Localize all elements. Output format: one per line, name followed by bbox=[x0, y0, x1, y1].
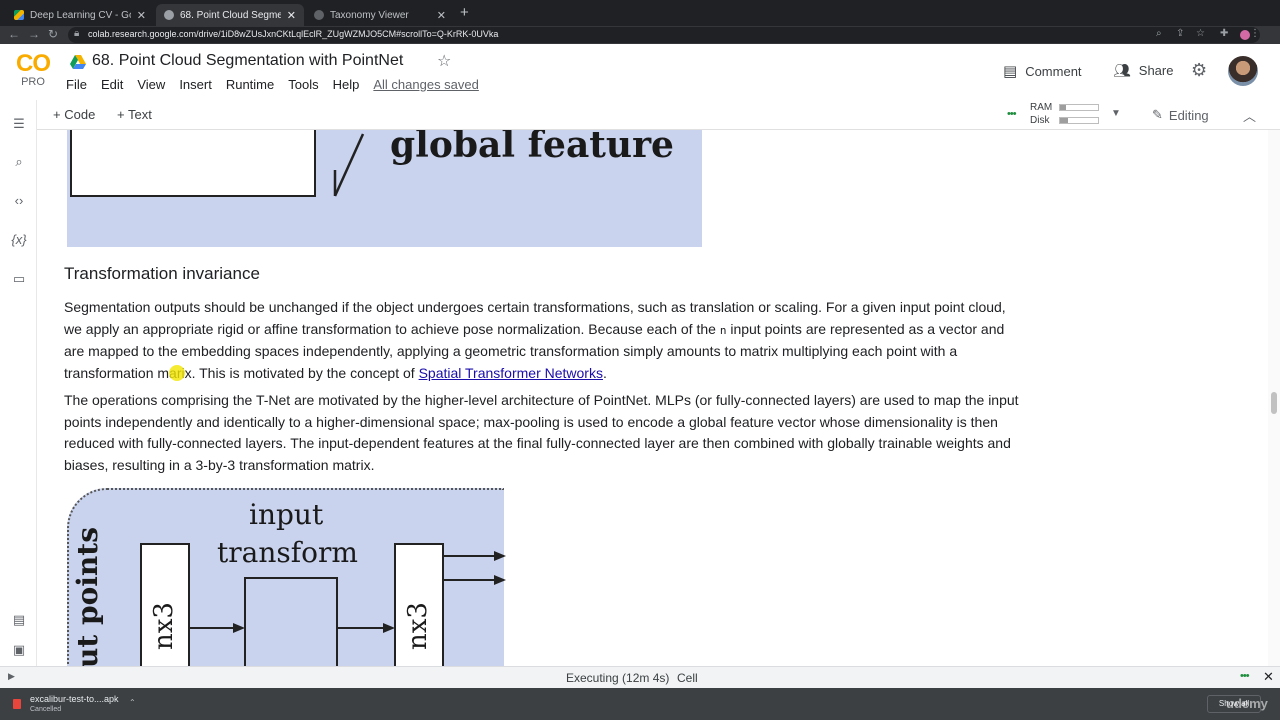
zoom-icon[interactable]: ⌕ bbox=[1156, 28, 1162, 39]
new-tab-button[interactable]: + bbox=[460, 4, 469, 21]
add-text-button[interactable]: + Text bbox=[117, 107, 152, 122]
table-of-contents-icon[interactable]: ☰ bbox=[9, 116, 29, 132]
udemy-watermark: udemy bbox=[1226, 696, 1268, 711]
pencil-icon: ✎ bbox=[1152, 107, 1163, 122]
url-text[interactable]: colab.research.google.com/drive/1iD8wZUs… bbox=[88, 29, 498, 39]
figure-global-feature: global feature bbox=[67, 130, 702, 247]
notebook-toolbar: + Code + Text ••• RAM Disk ▼ ✎ Editing ︿ bbox=[0, 100, 1280, 130]
mouse-cursor-highlight bbox=[168, 365, 185, 382]
google-drive-icon bbox=[14, 10, 24, 20]
variables-icon[interactable]: {x} bbox=[9, 232, 29, 247]
colab-logo[interactable]: CO PRO bbox=[12, 52, 54, 89]
profile-icon[interactable] bbox=[1240, 30, 1250, 40]
people-icon: 👥︎ bbox=[1113, 62, 1131, 78]
connected-check-icon: ••• bbox=[1240, 670, 1250, 682]
tab-taxonomy[interactable]: Taxonomy Viewer ✕ bbox=[306, 4, 454, 26]
menu-dots-icon[interactable]: ⋮ bbox=[1250, 28, 1260, 39]
spatial-transformer-link[interactable]: Spatial Transformer Networks bbox=[419, 365, 603, 381]
download-item[interactable]: excalibur-test-to....apk Cancelled ⌃ bbox=[8, 692, 138, 716]
comment-icon: ▤ bbox=[1003, 63, 1018, 80]
reload-icon[interactable]: ↻ bbox=[48, 27, 58, 41]
menu-tools[interactable]: Tools bbox=[288, 77, 318, 92]
notebook-content: global feature Transformation invariance… bbox=[38, 130, 1268, 666]
status-cell-link[interactable]: Cell bbox=[677, 671, 698, 685]
close-icon[interactable]: ✕ bbox=[287, 9, 296, 22]
menu-edit[interactable]: Edit bbox=[101, 77, 123, 92]
section-heading: Transformation invariance bbox=[64, 264, 260, 283]
tab-point-cloud[interactable]: 68. Point Cloud Segmentation ✕ bbox=[156, 4, 304, 26]
figure-box bbox=[70, 130, 316, 197]
execution-status: Executing (12m 4s) bbox=[566, 671, 670, 685]
share-button[interactable]: 👥︎ Share bbox=[1113, 62, 1173, 79]
file-icon bbox=[13, 699, 21, 709]
chevron-right-icon[interactable]: ▶ bbox=[8, 671, 15, 682]
close-icon[interactable]: ✕ bbox=[1263, 669, 1274, 685]
paragraph-tnet: The operations comprising the T-Net are … bbox=[64, 392, 1019, 474]
globe-icon bbox=[314, 10, 324, 20]
back-icon[interactable]: ← bbox=[8, 27, 20, 41]
left-sidebar: ☰ ⌕ ‹› {x} ▭ ▤ ▣ bbox=[0, 100, 37, 666]
menu-runtime[interactable]: Runtime bbox=[226, 77, 274, 92]
save-status[interactable]: All changes saved bbox=[373, 77, 479, 92]
connected-check-icon: ••• bbox=[1007, 108, 1017, 120]
chevron-up-icon[interactable]: ︿ bbox=[1243, 106, 1256, 125]
menu-help[interactable]: Help bbox=[333, 77, 360, 92]
search-icon[interactable]: ⌕ bbox=[9, 154, 29, 170]
browser-tab-strip: Deep Learning CV - Google Dr ✕ 68. Point… bbox=[0, 0, 1280, 26]
code-snippets-icon[interactable]: ‹› bbox=[9, 193, 29, 208]
colab-icon bbox=[164, 10, 174, 20]
gear-icon[interactable]: ⚙ bbox=[1191, 60, 1207, 81]
vertical-scrollbar[interactable] bbox=[1268, 130, 1280, 666]
close-icon[interactable]: ✕ bbox=[437, 9, 446, 22]
forward-icon[interactable]: → bbox=[28, 27, 40, 41]
tab-deep-learning[interactable]: Deep Learning CV - Google Dr ✕ bbox=[6, 4, 154, 26]
ram-usage-bar bbox=[1059, 104, 1099, 111]
star-icon[interactable]: ☆ bbox=[437, 51, 451, 71]
menu-insert[interactable]: Insert bbox=[179, 77, 212, 92]
figure-diagram-shapes bbox=[140, 543, 506, 666]
figure-label: global feature bbox=[390, 130, 674, 166]
figure-box-left-label: nx3 bbox=[149, 602, 179, 650]
lock-icon: 🔒︎ bbox=[74, 28, 80, 39]
command-palette-icon[interactable]: ▤ bbox=[9, 612, 29, 628]
bookmark-star-icon[interactable]: ☆ bbox=[1196, 28, 1205, 39]
download-bar: excalibur-test-to....apk Cancelled ⌃ Sho… bbox=[0, 688, 1280, 720]
address-bar-row: ← → ↻ 🔒︎ colab.research.google.com/drive… bbox=[0, 26, 1280, 44]
extensions-icon[interactable]: ✚ bbox=[1220, 28, 1228, 39]
menu-view[interactable]: View bbox=[137, 77, 165, 92]
menu-bar: File Edit View Insert Runtime Tools Help… bbox=[66, 77, 479, 92]
google-drive-icon bbox=[70, 55, 86, 69]
colab-header: CO PRO 68. Point Cloud Segmentation with… bbox=[0, 44, 1280, 100]
avatar[interactable] bbox=[1228, 56, 1258, 86]
chevron-up-icon[interactable]: ⌃ bbox=[129, 698, 136, 707]
menu-file[interactable]: File bbox=[66, 77, 87, 92]
notebook-title[interactable]: 68. Point Cloud Segmentation with PointN… bbox=[92, 52, 403, 70]
close-icon[interactable]: ✕ bbox=[137, 9, 146, 22]
status-bar: ▶ Executing (12m 4s) Cell ••• ✕ bbox=[0, 666, 1280, 688]
figure-input-transform: ut points input transform nx3 nx3 bbox=[67, 488, 506, 666]
ram-disk-indicator[interactable]: ••• RAM Disk bbox=[1007, 102, 1117, 128]
add-code-button[interactable]: + Code bbox=[53, 107, 95, 122]
folder-icon[interactable]: ▭ bbox=[9, 271, 29, 287]
editing-mode-button[interactable]: ✎ Editing bbox=[1152, 107, 1209, 123]
figure-box-right-label: nx3 bbox=[403, 602, 433, 650]
comment-button[interactable]: ▤ Comment bbox=[1003, 62, 1082, 80]
terminal-icon[interactable]: ▣ bbox=[9, 642, 29, 658]
share-page-icon[interactable]: ⇪ bbox=[1176, 28, 1184, 39]
figure-slash bbox=[333, 133, 365, 197]
chevron-down-icon[interactable]: ▼ bbox=[1111, 108, 1121, 119]
scrollbar-thumb[interactable] bbox=[1271, 392, 1277, 414]
disk-usage-bar bbox=[1059, 117, 1099, 124]
paragraph-transformation: Segmentation outputs should be unchanged… bbox=[64, 299, 1006, 382]
omnibox[interactable]: 🔒︎ colab.research.google.com/drive/1iD8w… bbox=[68, 27, 1260, 43]
